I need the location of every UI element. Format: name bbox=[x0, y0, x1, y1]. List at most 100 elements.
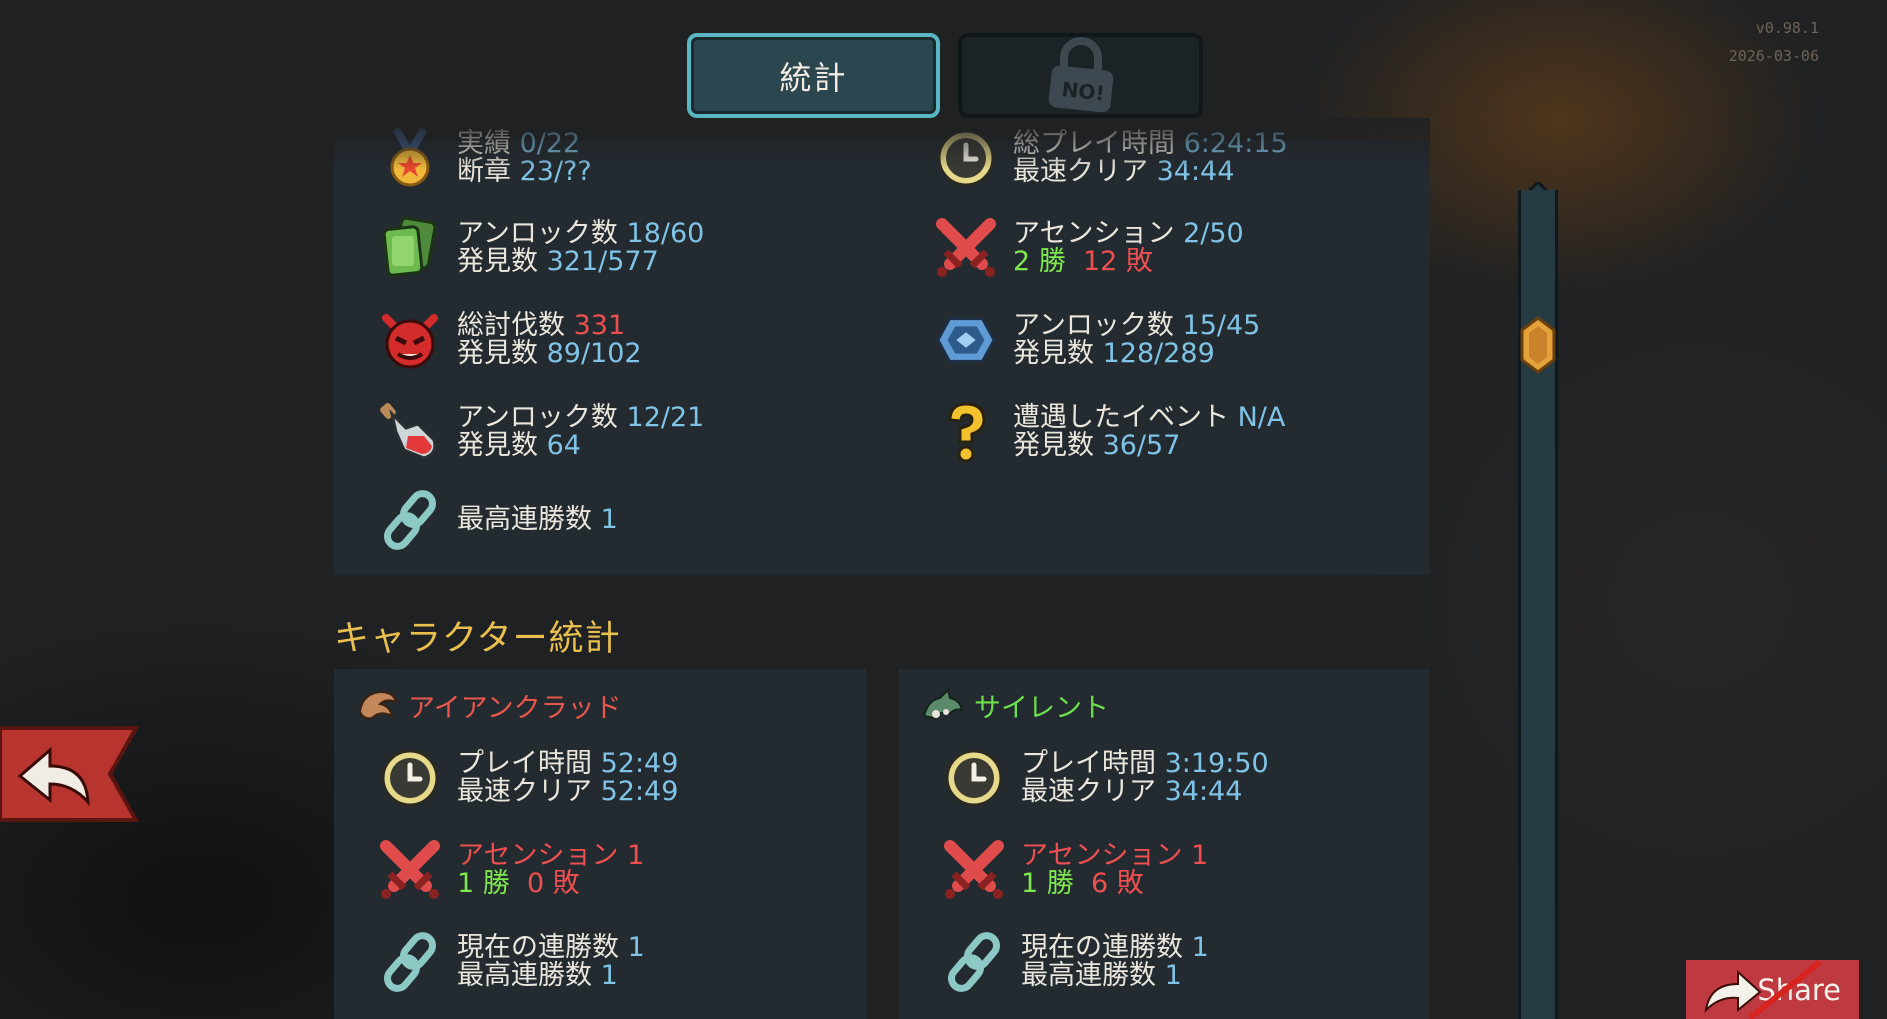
ironclad-current-streak-label: 現在の連勝数 bbox=[457, 932, 619, 963]
stat-playtime: 総プレイ時間 6:24:15 最速クリア 34:44 bbox=[934, 126, 1288, 190]
relics-seen-value: 128/289 bbox=[1102, 338, 1215, 369]
medal-icon bbox=[378, 126, 442, 190]
relics-unlock-value: 15/45 bbox=[1182, 310, 1261, 341]
version-info: v0.98.1 2026-03-06 bbox=[1729, 14, 1819, 70]
clock-icon bbox=[942, 746, 1006, 810]
tab-stats[interactable]: 統計 bbox=[687, 33, 940, 118]
chain-icon bbox=[378, 930, 442, 994]
monsters-seen-value: 89/102 bbox=[546, 338, 642, 369]
silent-wins-value: 1 勝 bbox=[1021, 868, 1074, 899]
ironclad-playtime-value: 52:49 bbox=[600, 748, 679, 779]
question-mark-icon bbox=[934, 400, 998, 464]
kills-label: 総討伐数 bbox=[457, 310, 565, 341]
fastest-label: 最速クリア bbox=[1013, 156, 1148, 187]
ironclad-fastest-value: 52:49 bbox=[600, 776, 679, 807]
fastest-value: 34:44 bbox=[1156, 156, 1235, 187]
silent-ascension-value: 1 bbox=[1191, 840, 1209, 871]
version-date: 2026-03-06 bbox=[1728, 47, 1819, 65]
silent-stat-ascension: アセンション 1 1 勝 6 敗 bbox=[942, 838, 1208, 902]
silent-best-streak-label: 最高連勝数 bbox=[1021, 960, 1156, 991]
crossed-swords-icon bbox=[934, 216, 998, 280]
stat-potions: アンロック数 12/21 発見数 64 bbox=[378, 400, 704, 464]
ironclad-best-streak-label: 最高連勝数 bbox=[457, 960, 592, 991]
potions-seen-value: 64 bbox=[546, 430, 581, 461]
achievements-label: 実績 bbox=[457, 128, 511, 159]
ironclad-ascension-label: アセンション bbox=[457, 840, 619, 871]
losses-value: 12 敗 bbox=[1082, 246, 1153, 277]
ironclad-name-label: アイアンクラッド bbox=[408, 693, 622, 724]
ascension-label: アセンション bbox=[1013, 218, 1175, 249]
character-name-ironclad: アイアンクラッド bbox=[356, 686, 622, 725]
potions-unlock-label: アンロック数 bbox=[457, 402, 618, 433]
tab-locked[interactable]: NO! bbox=[958, 33, 1203, 118]
ironclad-stat-ascension: アセンション 1 1 勝 0 敗 bbox=[378, 838, 644, 902]
ironclad-best-streak-value: 1 bbox=[600, 960, 618, 991]
stat-best-streak: 最高連勝数 1 bbox=[378, 488, 618, 552]
wins-value: 2 勝 bbox=[1013, 246, 1066, 277]
silent-stat-streak: 現在の連勝数 1 最高連勝数 1 bbox=[942, 930, 1209, 994]
relic-icon bbox=[934, 308, 998, 372]
stat-ascension: アセンション 2/50 2 勝 12 敗 bbox=[934, 216, 1244, 280]
disabled-slash-icon bbox=[1748, 960, 1822, 1019]
ironclad-stat-streak: 現在の連勝数 1 最高連勝数 1 bbox=[378, 930, 645, 994]
version-number: v0.98.1 bbox=[1755, 19, 1819, 37]
padlock-icon: NO! bbox=[1048, 36, 1113, 112]
ironclad-fastest-label: 最速クリア bbox=[457, 776, 592, 807]
silent-fastest-value: 34:44 bbox=[1164, 776, 1243, 807]
relics-seen-label: 発見数 bbox=[1013, 338, 1094, 369]
ironclad-current-streak-value: 1 bbox=[627, 932, 645, 963]
clock-icon bbox=[934, 126, 998, 190]
potions-seen-label: 発見数 bbox=[457, 430, 538, 461]
events-seen-value: 36/57 bbox=[1102, 430, 1181, 461]
tab-stats-label: 統計 bbox=[779, 58, 848, 97]
playtime-label: 総プレイ時間 bbox=[1013, 128, 1175, 159]
cards-unlock-value: 18/60 bbox=[626, 218, 705, 249]
crossed-swords-icon bbox=[942, 838, 1006, 902]
stat-relics: アンロック数 15/45 発見数 128/289 bbox=[934, 308, 1260, 372]
ironclad-ascension-value: 1 bbox=[627, 840, 645, 871]
scrollbar-track[interactable] bbox=[1518, 190, 1558, 1019]
share-button[interactable]: Share bbox=[1686, 960, 1859, 1019]
ironclad-wins-value: 1 勝 bbox=[457, 868, 510, 899]
best-streak-label: 最高連勝数 bbox=[457, 504, 592, 535]
events-label: 遭遇したイベント bbox=[1013, 402, 1229, 433]
silent-ascension-label: アセンション bbox=[1021, 840, 1183, 871]
silent-current-streak-value: 1 bbox=[1191, 932, 1209, 963]
ironclad-playtime-label: プレイ時間 bbox=[457, 748, 592, 779]
silent-playtime-label: プレイ時間 bbox=[1021, 748, 1156, 779]
ironclad-stat-playtime: プレイ時間 52:49 最速クリア 52:49 bbox=[378, 746, 678, 810]
silent-best-streak-value: 1 bbox=[1164, 960, 1182, 991]
svg-text:NO!: NO! bbox=[1060, 77, 1105, 105]
ironclad-icon bbox=[358, 690, 398, 719]
demon-icon bbox=[378, 308, 442, 372]
silent-stat-playtime: プレイ時間 3:19:50 最速クリア 34:44 bbox=[942, 746, 1269, 810]
silent-name-label: サイレント bbox=[974, 693, 1109, 724]
potion-icon bbox=[378, 400, 442, 464]
ascension-value: 2/50 bbox=[1183, 218, 1244, 249]
cards-unlock-label: アンロック数 bbox=[457, 218, 618, 249]
chain-icon bbox=[378, 488, 442, 552]
character-name-silent: サイレント bbox=[920, 686, 1109, 725]
best-streak-value: 1 bbox=[600, 504, 618, 535]
silent-icon bbox=[922, 687, 964, 719]
stat-events: 遭遇したイベント N/A 発見数 36/57 bbox=[934, 400, 1285, 464]
stat-cards: アンロック数 18/60 発見数 321/577 bbox=[378, 216, 704, 280]
crossed-swords-icon bbox=[378, 838, 442, 902]
character-stats-title: キャラクター統計 bbox=[334, 619, 621, 659]
relics-unlock-label: アンロック数 bbox=[1013, 310, 1174, 341]
silent-current-streak-label: 現在の連勝数 bbox=[1021, 932, 1183, 963]
cards-seen-label: 発見数 bbox=[457, 246, 538, 277]
potions-unlock-value: 12/21 bbox=[626, 402, 705, 433]
chain-icon bbox=[942, 930, 1006, 994]
stat-monsters: 総討伐数 331 発見数 89/102 bbox=[378, 308, 642, 372]
back-button[interactable] bbox=[0, 724, 140, 824]
clock-icon bbox=[378, 746, 442, 810]
events-value: N/A bbox=[1237, 402, 1286, 433]
stat-achievements: 実績 0/22 断章 23/?? bbox=[378, 126, 592, 190]
achievements-value: 0/22 bbox=[519, 128, 581, 159]
kills-value: 331 bbox=[573, 310, 626, 341]
cards-icon bbox=[378, 216, 442, 280]
scrollbar-thumb[interactable] bbox=[1520, 316, 1556, 374]
fragments-label: 断章 bbox=[457, 156, 511, 187]
fragments-value: 23/?? bbox=[519, 156, 592, 187]
